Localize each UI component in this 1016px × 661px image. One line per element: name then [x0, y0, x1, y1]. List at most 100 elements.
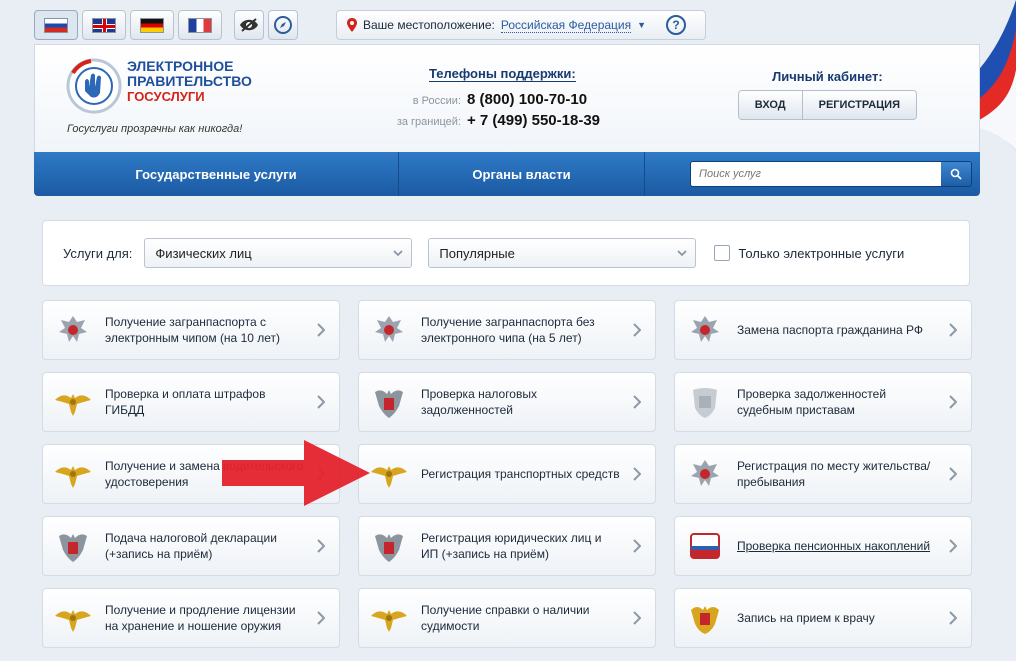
service-label: Получение загранпаспорта без электронног… [421, 315, 595, 345]
fms-emblem-icon [375, 316, 403, 342]
coat-of-arms-icon [691, 606, 719, 634]
russia-phone: 8 (800) 100-70-10 [467, 91, 588, 108]
service-label: Регистрация по месту жительства/пребыван… [737, 459, 931, 489]
service-card[interactable]: Получение и продление лицензии на хранен… [42, 588, 340, 648]
search-input[interactable] [691, 162, 941, 186]
service-label: Запись на прием к врачу [737, 611, 875, 625]
france-flag-icon [188, 17, 212, 33]
site-header: ЭЛЕКТРОННОЕ ПРАВИТЕЛЬСТВО ГОСУСЛУГИ Госу… [34, 44, 980, 152]
fms-emblem-icon [59, 316, 87, 342]
cabinet-title: Личный кабинет: [772, 69, 883, 84]
mvd-emblem-icon [55, 466, 91, 488]
tax-emblem-icon [375, 390, 403, 418]
service-label: Подача налоговой декларации (+запись на … [105, 531, 277, 561]
service-label: Получение и продление лицензии на хранен… [105, 603, 296, 633]
chevron-right-icon [633, 395, 641, 409]
tab-authorities[interactable]: Органы власти [399, 152, 645, 196]
service-card[interactable]: Проверка налоговых задолженностей [358, 372, 656, 432]
service-card[interactable]: Проверка задолженностей судебным пристав… [674, 372, 972, 432]
service-label: Проверка и оплата штрафов ГИБДД [105, 387, 266, 417]
chevron-right-icon [317, 395, 325, 409]
logo-text: ЭЛЕКТРОННОЕ ПРАВИТЕЛЬСТВО ГОСУСЛУГИ [127, 58, 252, 105]
gosuslugi-logo-icon[interactable] [65, 57, 123, 115]
register-button[interactable]: РЕГИСТРАЦИЯ [801, 91, 916, 119]
compass-icon [274, 16, 292, 34]
chevron-right-icon [317, 323, 325, 337]
fms-emblem-icon [691, 460, 719, 486]
login-button[interactable]: ВХОД [738, 91, 802, 119]
russia-label: в России: [412, 95, 461, 107]
language-toolbar [34, 10, 298, 42]
logo-line-1: ЭЛЕКТРОННОЕ [127, 58, 234, 74]
only-electronic-label: Только электронные услуги [738, 245, 905, 261]
chevron-right-icon [317, 611, 325, 625]
russia-flag-icon [44, 17, 68, 33]
service-card[interactable]: Подача налоговой декларации (+запись на … [42, 516, 340, 576]
help-button[interactable]: ? [666, 15, 687, 35]
service-card[interactable]: Замена паспорта гражданина РФ [674, 300, 972, 360]
search-box [690, 161, 972, 187]
logo-line-3: ГОСУСЛУГИ [127, 89, 205, 104]
tax-emblem-icon [375, 534, 403, 562]
service-card[interactable]: Проверка и оплата штрафов ГИБДД [42, 372, 340, 432]
accessibility-button[interactable] [234, 10, 264, 40]
chevron-right-icon [633, 539, 641, 553]
location-label: Ваше местоположение: [363, 18, 495, 32]
abroad-label: за границей: [396, 116, 461, 128]
search-icon [950, 168, 962, 180]
service-card[interactable]: Проверка пенсионных накоплений [674, 516, 972, 576]
eye-icon [240, 18, 258, 32]
bailiff-emblem-icon [693, 388, 717, 418]
location-bar: Ваше местоположение: Российская Федераци… [336, 10, 706, 40]
search-button[interactable] [941, 162, 971, 186]
pension-fund-icon [690, 533, 720, 559]
location-selector[interactable]: Российская Федерация [500, 18, 632, 33]
mvd-emblem-icon [371, 610, 407, 632]
chevron-down-icon [677, 250, 687, 257]
tab-gov-services[interactable]: Государственные услуги [34, 152, 399, 196]
map-pin-icon [347, 18, 357, 32]
support-phones: Телефоны поддержки: в России: 8 (800) 10… [395, 65, 625, 129]
service-card[interactable]: Запись на прием к врачу [674, 588, 972, 648]
filter-label: Услуги для: [63, 245, 133, 261]
service-card[interactable]: Получение загранпаспорта с электронным ч… [42, 300, 340, 360]
chevron-right-icon [633, 611, 641, 625]
germany-flag-icon [140, 17, 164, 33]
chevron-down-icon: ▼ [637, 20, 647, 30]
chevron-right-icon [633, 323, 641, 337]
lang-fr-button[interactable] [178, 10, 222, 40]
only-electronic-filter[interactable]: Только электронные услуги [714, 245, 904, 261]
chevron-right-icon [633, 467, 641, 481]
lang-en-button[interactable] [82, 10, 126, 40]
service-card[interactable]: Регистрация транспортных средств [358, 444, 656, 504]
chevron-right-icon [949, 539, 957, 553]
mvd-emblem-icon [371, 466, 407, 488]
lang-ru-button[interactable] [34, 10, 78, 40]
service-label: Проверка пенсионных накоплений [737, 539, 931, 553]
mvd-emblem-icon [55, 394, 91, 416]
service-card[interactable]: Регистрация юридических лиц и ИП (+запис… [358, 516, 656, 576]
audience-value: Физических лиц [155, 245, 252, 261]
service-card[interactable]: Регистрация по месту жительства/пребыван… [674, 444, 972, 504]
chevron-right-icon [949, 395, 957, 409]
abroad-phone: + 7 (499) 550-18-39 [467, 112, 601, 129]
personal-cabinet: Личный кабинет: ВХОД РЕГИСТРАЦИЯ [737, 69, 917, 120]
service-label: Регистрация юридических лиц и ИП (+запис… [421, 531, 602, 561]
lang-de-button[interactable] [130, 10, 174, 40]
sort-select[interactable]: Популярные [428, 238, 697, 268]
support-title[interactable]: Телефоны поддержки: [429, 66, 576, 82]
service-card[interactable]: Получение справки о наличии судимости [358, 588, 656, 648]
main-nav: Государственные услуги Органы власти [34, 152, 980, 196]
audience-select[interactable]: Физических лиц [144, 238, 413, 268]
service-label: Замена паспорта гражданина РФ [737, 323, 923, 337]
only-electronic-checkbox[interactable] [714, 245, 731, 261]
navigation-button[interactable] [268, 10, 298, 40]
service-label: Проверка задолженностей судебным пристав… [737, 387, 887, 417]
service-card[interactable]: Получение загранпаспорта без электронног… [358, 300, 656, 360]
sort-value: Популярные [439, 245, 515, 261]
chevron-right-icon [317, 539, 325, 553]
chevron-right-icon [949, 323, 957, 337]
fms-emblem-icon [691, 316, 719, 342]
chevron-down-icon [393, 250, 403, 257]
logo-line-2: ПРАВИТЕЛЬСТВО [127, 73, 252, 89]
